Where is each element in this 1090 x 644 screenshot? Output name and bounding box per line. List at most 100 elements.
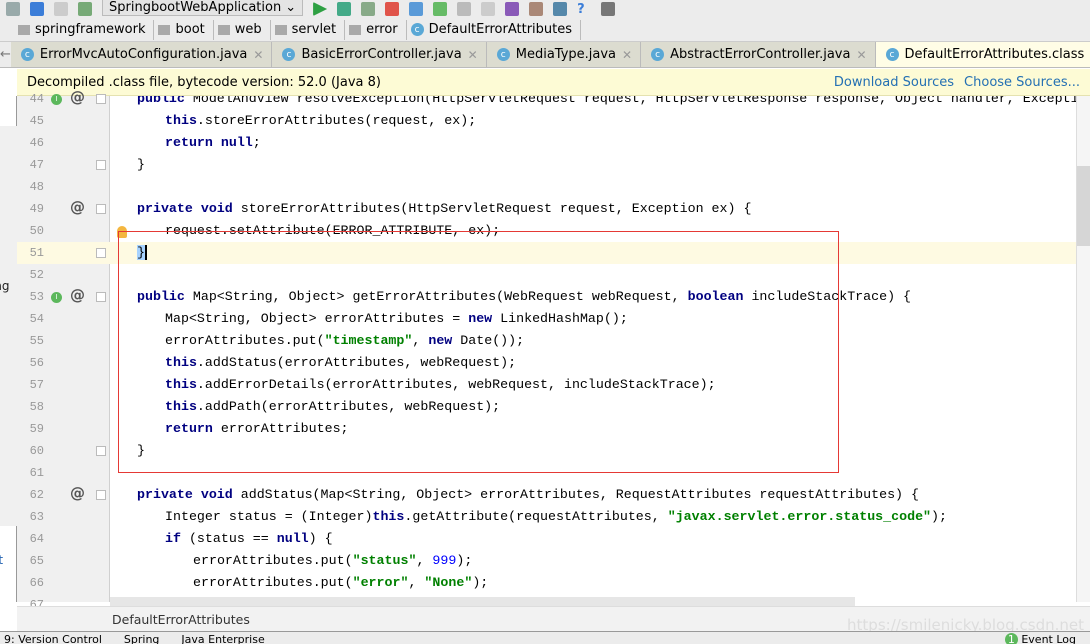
- code-token: }: [137, 245, 147, 260]
- code-line: errorAttributes.put("status", 999);: [110, 550, 1076, 572]
- spring-tool[interactable]: Spring: [124, 632, 160, 644]
- tab-file[interactable]: c AbstractErrorController.java ✕: [641, 42, 876, 67]
- tabs-scroll-left-icon[interactable]: ←: [0, 42, 11, 67]
- folder-icon: [158, 24, 171, 35]
- close-icon[interactable]: ✕: [468, 48, 478, 62]
- stop-icon[interactable]: [385, 2, 400, 16]
- decompiled-banner: Decompiled .class file, bytecode version…: [17, 69, 1090, 96]
- run-configuration-select[interactable]: SpringbootWebApplication ⌄: [102, 0, 304, 16]
- search-structure-icon[interactable]: [6, 2, 20, 16]
- tab-file[interactable]: cDefaultErrorAttributes.class✕: [875, 42, 1090, 67]
- lightbulb-icon[interactable]: [117, 226, 127, 238]
- code-token: 999: [432, 553, 457, 568]
- save-icon[interactable]: [601, 2, 616, 16]
- vertical-scrollbar[interactable]: [1076, 96, 1090, 602]
- annotation-icon[interactable]: @: [70, 284, 85, 306]
- code-token: errorAttributes.put(: [165, 333, 325, 348]
- fold-icon[interactable]: [96, 160, 106, 170]
- annotation-icon[interactable]: @: [70, 86, 85, 108]
- code-token: .addErrorDetails(errorAttributes, webReq…: [196, 377, 716, 392]
- project-structure-icon[interactable]: [553, 2, 568, 16]
- code-editor[interactable]: public ModelAndView resolveException(Htt…: [110, 96, 1076, 602]
- code-token: .getAttribute(requestAttributes,: [404, 509, 668, 524]
- fold-icon[interactable]: [96, 204, 106, 214]
- breadcrumb-item[interactable]: servlet: [271, 19, 346, 40]
- fold-icon[interactable]: [96, 248, 106, 258]
- breadcrumb-item[interactable]: error: [345, 19, 407, 40]
- horizontal-scrollbar[interactable]: [110, 597, 855, 606]
- code-token: ,: [408, 575, 425, 590]
- line-number: 48: [29, 180, 44, 194]
- scrollbar-thumb[interactable]: [1077, 166, 1090, 246]
- settings-icon[interactable]: [529, 2, 544, 16]
- implements-method-icon[interactable]: I: [51, 94, 62, 105]
- code-token: return: [165, 421, 213, 436]
- close-icon[interactable]: ✕: [253, 48, 263, 62]
- sort-icon[interactable]: [78, 2, 92, 16]
- line-number: 51: [29, 246, 44, 260]
- close-icon[interactable]: ✕: [622, 48, 632, 62]
- code-line: }: [110, 154, 1076, 176]
- folder-icon: [217, 24, 230, 35]
- code-token: Integer status = (Integer): [165, 509, 373, 524]
- version-control-tool[interactable]: 9: Version Control: [4, 632, 102, 644]
- tab-label: DefaultErrorAttributes.class: [904, 47, 1085, 62]
- run-icon[interactable]: [313, 2, 328, 16]
- code-token: errorAttributes;: [212, 421, 349, 436]
- breadcrumb-item[interactable]: c DefaultErrorAttributes: [407, 19, 582, 40]
- vcs-update-icon[interactable]: [409, 2, 424, 16]
- tab-file[interactable]: c ErrorMvcAutoConfiguration.java ✕: [11, 42, 273, 67]
- tab-file[interactable]: c BasicErrorController.java ✕: [272, 42, 487, 67]
- line-number: 46: [29, 136, 44, 150]
- fold-icon[interactable]: [96, 94, 106, 104]
- code-token: errorAttributes.put(: [193, 553, 353, 568]
- navigation-breadcrumb: springframework boot web servlet error c Defau…: [0, 18, 1090, 42]
- line-number: 45: [29, 114, 44, 128]
- class-icon: c: [410, 23, 424, 36]
- vcs-revert-icon[interactable]: [505, 2, 520, 16]
- java-enterprise-tool[interactable]: Java Enterprise: [181, 632, 264, 644]
- fold-icon[interactable]: [96, 292, 106, 302]
- download-sources-link[interactable]: Download Sources: [834, 75, 954, 90]
- back-icon[interactable]: [30, 2, 44, 16]
- code-token: private void: [137, 487, 233, 502]
- forward-icon[interactable]: [54, 2, 68, 16]
- code-token: "error": [352, 575, 409, 590]
- help-icon[interactable]: ?: [577, 2, 591, 17]
- breadcrumb-label: springframework: [35, 22, 146, 37]
- vcs-history-icon[interactable]: [481, 2, 496, 16]
- line-number: 55: [29, 334, 44, 348]
- fold-icon[interactable]: [96, 490, 106, 500]
- code-line: private void addStatus(Map<String, Objec…: [110, 484, 1076, 506]
- code-token: boolean: [687, 289, 744, 304]
- vcs-commit-icon[interactable]: [433, 2, 448, 16]
- code-token: ,: [412, 333, 429, 348]
- code-token: request.setAttribute(ERROR_ATTRIBUTE, ex…: [165, 223, 501, 238]
- code-token: "timestamp": [324, 333, 413, 348]
- structure-breadcrumb-item[interactable]: DefaultErrorAttributes: [112, 612, 250, 627]
- tab-file[interactable]: c MediaType.java ✕: [487, 42, 642, 67]
- line-number: 56: [29, 356, 44, 370]
- editor-gutter: 44 @ I 45 46 47 48 49 @50 51 52 53 @ I 54 55 56 57 58 59 60 6…: [17, 88, 110, 612]
- code-token: }: [137, 443, 145, 458]
- code-line: this.addErrorDetails(errorAttributes, we…: [110, 374, 1076, 396]
- code-token: ,: [416, 553, 433, 568]
- annotation-icon[interactable]: @: [70, 196, 85, 218]
- fold-icon[interactable]: [96, 446, 106, 456]
- choose-sources-link[interactable]: Choose Sources...: [964, 75, 1080, 90]
- close-icon[interactable]: ✕: [856, 48, 866, 62]
- event-log-button[interactable]: 1 Event Log: [1004, 632, 1090, 644]
- code-token: );: [456, 553, 473, 568]
- annotation-icon[interactable]: @: [70, 482, 85, 504]
- left-panel-scroll[interactable]: [0, 126, 17, 526]
- code-line: }: [110, 440, 1076, 462]
- breadcrumb-item[interactable]: web: [214, 19, 271, 40]
- implements-method-icon[interactable]: I: [51, 292, 62, 303]
- debug-icon[interactable]: [337, 2, 352, 16]
- left-panel-text: ert: [0, 553, 4, 567]
- vcs-compare-icon[interactable]: [457, 2, 472, 16]
- breadcrumb-item[interactable]: springframework: [14, 19, 155, 40]
- breadcrumb-item[interactable]: boot: [154, 19, 214, 40]
- coverage-icon[interactable]: [361, 2, 376, 16]
